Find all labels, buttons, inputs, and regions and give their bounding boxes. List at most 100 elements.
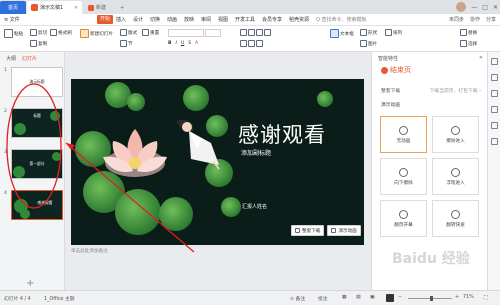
settings-icon[interactable]: [491, 138, 498, 145]
avatar[interactable]: [456, 2, 467, 12]
share-button[interactable]: 分享: [486, 16, 496, 23]
anim-card-fade-in[interactable]: 浮现进入: [432, 158, 479, 195]
close-tab-icon[interactable]: ✕: [74, 5, 78, 11]
download-row[interactable]: 整套下载 下载当前页，打包下载 ›: [381, 87, 481, 94]
animation-button[interactable]: 演示动画: [327, 225, 361, 236]
menu-animation[interactable]: 动画: [167, 16, 177, 23]
shape-button[interactable]: 形状: [360, 29, 377, 36]
command-search[interactable]: Q 查找命令、搜索模板: [316, 16, 367, 23]
cut-button[interactable]: 剪切: [30, 29, 47, 36]
menu-start[interactable]: 开始: [97, 15, 114, 24]
arrange-button[interactable]: 排列: [385, 29, 402, 36]
animation-panel-icon[interactable]: [491, 90, 498, 97]
normal-view-icon[interactable]: ▦: [342, 295, 347, 300]
zoom-level[interactable]: 71%: [463, 295, 474, 300]
align-left-icon[interactable]: [240, 29, 247, 36]
notes-area[interactable]: 单击此处添加备注: [71, 248, 364, 258]
slide-subtitle[interactable]: 添加副标题: [241, 148, 271, 157]
current-slide[interactable]: 感谢观看 添加副标题 汇报人姓名 整套下载 演示动画: [71, 79, 364, 245]
tab-document[interactable]: 演示文稿1 ✕: [27, 1, 82, 14]
format-icon[interactable]: [491, 74, 498, 81]
picture-button[interactable]: 图片: [360, 40, 377, 47]
tab-slides[interactable]: 幻灯片: [22, 55, 37, 62]
replace-button[interactable]: 替换: [460, 29, 477, 36]
zoom-in-icon[interactable]: +: [455, 295, 459, 300]
menu-review[interactable]: 审阅: [201, 16, 211, 23]
menu-insert[interactable]: 插入: [116, 16, 126, 23]
transition-icon[interactable]: [491, 106, 498, 113]
smart-feature-icon[interactable]: [491, 58, 498, 65]
font-select[interactable]: [168, 29, 221, 37]
menu-developer[interactable]: 开发工具: [235, 16, 255, 23]
select-button[interactable]: 选择: [460, 40, 477, 47]
justify-icon[interactable]: [264, 29, 271, 36]
selection-pane-icon[interactable]: [491, 122, 498, 129]
slide-title[interactable]: 感谢观看: [238, 119, 326, 149]
align-right-icon[interactable]: [256, 29, 263, 36]
italic-button[interactable]: I: [176, 41, 177, 46]
layout-button[interactable]: 版式: [120, 29, 137, 36]
menu-transition[interactable]: 切换: [150, 16, 160, 23]
zoom-slider-handle[interactable]: [430, 296, 433, 301]
collab-button[interactable]: 协作: [470, 16, 480, 23]
bullet-list-icon[interactable]: [240, 40, 247, 47]
menu-slideshow[interactable]: 放映: [184, 16, 194, 23]
menu-file[interactable]: ≡ 文件: [4, 16, 20, 23]
underline-button[interactable]: U: [181, 41, 184, 46]
minimize-button[interactable]: —: [471, 4, 477, 11]
indent-icon[interactable]: [256, 40, 263, 47]
slide-thumbnail-4[interactable]: 感谢观看: [11, 190, 63, 220]
fit-window-icon[interactable]: ⛶: [484, 295, 487, 301]
align-center-icon[interactable]: [248, 29, 255, 36]
strike-button[interactable]: S: [188, 41, 191, 46]
right-tool-strip: [487, 52, 500, 290]
lotus-flower-illustration: [103, 129, 167, 177]
new-slide-button[interactable]: 新建幻灯片: [80, 29, 113, 38]
font-name-field[interactable]: [168, 29, 204, 37]
font-size-field[interactable]: [205, 29, 221, 37]
notes-toggle[interactable]: ≡ 备注: [290, 295, 305, 302]
font-color-button[interactable]: A: [195, 41, 198, 46]
tab-home[interactable]: 首页: [0, 1, 26, 14]
lily-pad-decoration: [13, 166, 25, 178]
slide-thumbnail-2[interactable]: 标题: [11, 108, 63, 138]
reading-view-icon[interactable]: ▣: [370, 295, 375, 300]
close-window-button[interactable]: ✕: [493, 4, 498, 11]
close-panel-icon[interactable]: ✕: [479, 55, 483, 61]
section-button[interactable]: 节: [120, 40, 133, 47]
anim-card-wipe-in[interactable]: 擦除进入: [432, 116, 479, 153]
list-group: [240, 40, 263, 47]
slide-thumbnail-panel: 大纲 幻灯片 1 演示标题 2 标题 3 第一部分 4 感谢观看 +: [0, 52, 65, 290]
paste-button[interactable]: 粘贴: [4, 29, 23, 38]
text-box-button[interactable]: 文本框: [330, 29, 354, 38]
format-painter-button[interactable]: 格式刷: [50, 29, 72, 36]
menu-docer[interactable]: 稻壳资源: [289, 16, 309, 23]
tab-new[interactable]: 新建: [84, 1, 114, 14]
add-tab-button[interactable]: +: [116, 1, 126, 14]
download-row-link[interactable]: 下载当前页，打包下载 ›: [430, 87, 481, 94]
play-slideshow-button[interactable]: [386, 294, 394, 302]
copy-button[interactable]: 复制: [30, 40, 47, 47]
anim-card-flip[interactable]: 翻转快速: [432, 200, 479, 237]
slide-thumbnail-3[interactable]: 第一部分: [11, 149, 63, 179]
add-slide-button[interactable]: +: [26, 278, 34, 289]
reset-button[interactable]: 重置: [142, 29, 159, 36]
slide-author[interactable]: 汇报人姓名: [242, 203, 267, 210]
menu-design[interactable]: 设计: [133, 16, 143, 23]
anim-card-wipe-down[interactable]: 向下擦除: [380, 158, 427, 195]
bold-button[interactable]: B: [168, 41, 172, 46]
anim-card-label: 擦除进入: [446, 138, 465, 144]
sync-status[interactable]: 未同步: [449, 16, 464, 23]
tab-outline[interactable]: 大纲: [6, 55, 16, 62]
sorter-view-icon[interactable]: ▤: [356, 295, 361, 300]
comment-toggle[interactable]: 批注: [318, 295, 328, 302]
slide-thumbnail-1[interactable]: 演示标题: [11, 67, 63, 97]
number-list-icon[interactable]: [248, 40, 255, 47]
download-set-button[interactable]: 整套下载: [291, 225, 325, 236]
anim-card-page-open[interactable]: 翻页开幕: [380, 200, 427, 237]
zoom-out-icon[interactable]: −: [398, 295, 402, 300]
menu-member[interactable]: 会员专享: [262, 16, 282, 23]
maximize-button[interactable]: □: [482, 4, 488, 11]
menu-view[interactable]: 视图: [218, 16, 228, 23]
anim-card-none[interactable]: 无动画: [380, 116, 427, 153]
